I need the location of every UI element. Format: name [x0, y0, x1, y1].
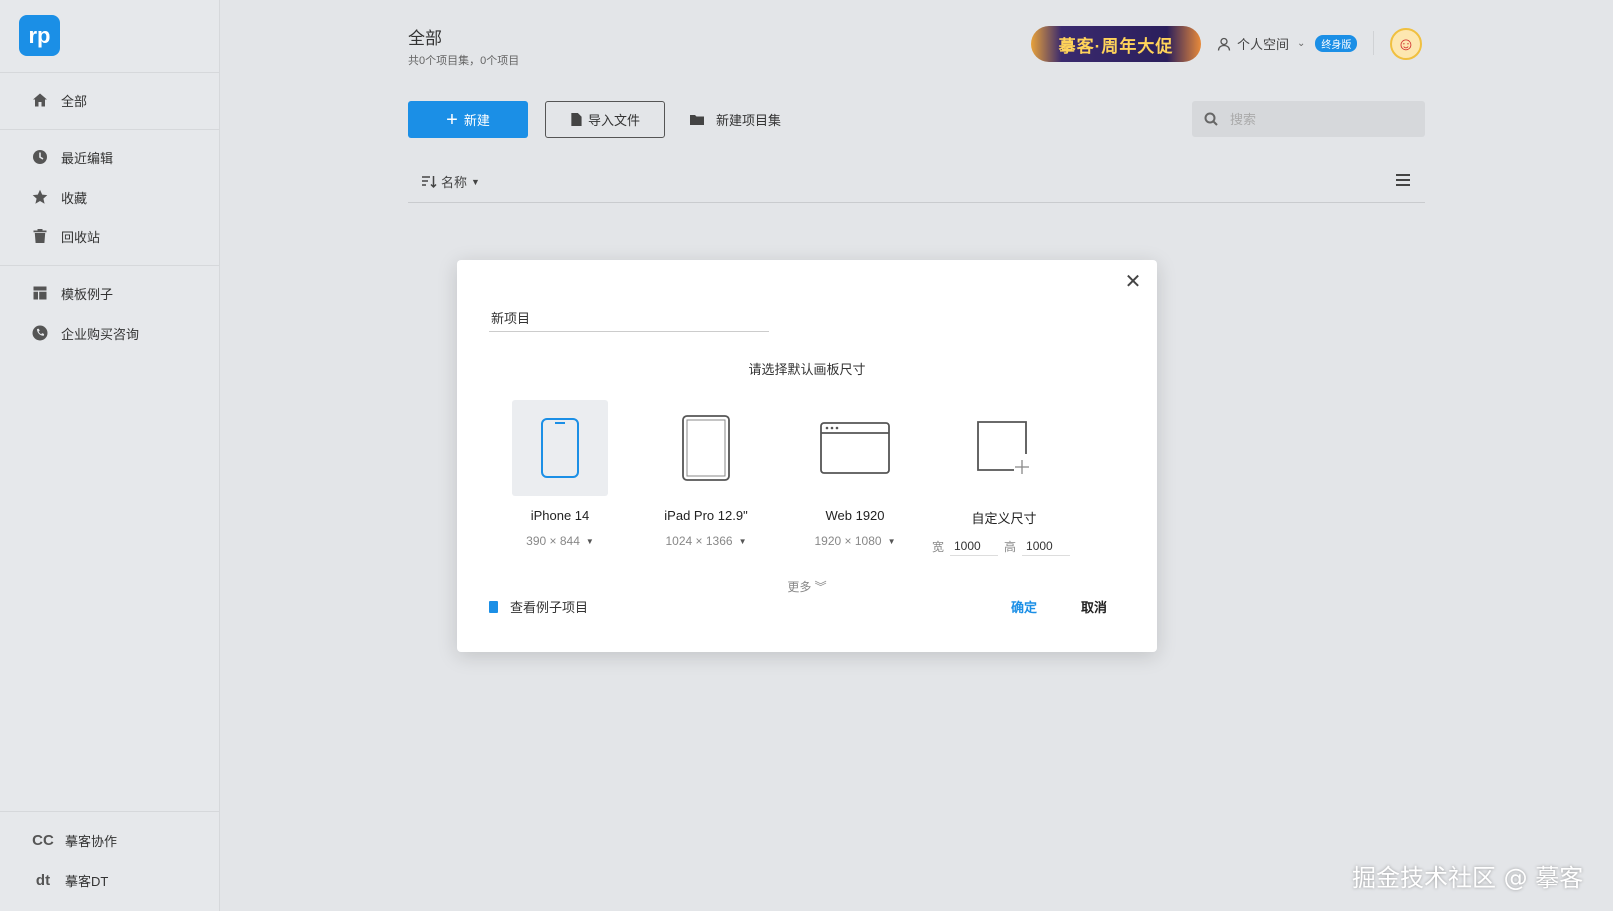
more-label: 更多 — [787, 580, 812, 594]
header-divider — [1373, 31, 1374, 55]
sidebar-divider — [0, 811, 220, 812]
double-chevron-down-icon: ︾ — [814, 580, 827, 594]
custom-size-icon[interactable] — [956, 400, 1052, 496]
new-project-dialog: ✕ 请选择默认画板尺寸 iPhone 14 390 × 844 ▼ iPad Pr… — [457, 260, 1157, 652]
home-icon — [31, 91, 49, 109]
sidebar-item-enterprise[interactable]: 企业购买咨询 — [31, 321, 139, 345]
sidebar-divider — [0, 265, 220, 266]
sidebar-item-label: 摹客协作 — [65, 833, 118, 849]
new-button[interactable]: + 新建 — [408, 101, 528, 138]
sidebar-item-label: 收藏 — [61, 190, 88, 206]
search-input[interactable] — [1230, 111, 1400, 127]
chevron-down-icon: ▼ — [738, 536, 747, 546]
phone-preset-icon[interactable] — [512, 400, 608, 496]
cancel-button[interactable]: 取消 — [1081, 597, 1107, 616]
app-logo[interactable]: rp — [19, 15, 60, 56]
sidebar-item-label: 最近编辑 — [61, 150, 114, 166]
chevron-down-icon: ▼ — [887, 536, 896, 546]
star-icon — [31, 188, 49, 206]
size-dimension-dropdown[interactable]: 1024 × 1366 ▼ — [641, 534, 771, 548]
height-label: 高 — [1004, 540, 1017, 554]
close-icon[interactable]: ✕ — [1123, 272, 1143, 292]
width-input[interactable] — [950, 537, 998, 556]
size-option-ipad[interactable]: iPad Pro 12.9" 1024 × 1366 ▼ — [641, 400, 771, 548]
plan-badge: 终身版 — [1315, 35, 1358, 52]
size-dimension-value: 1024 × 1366 — [665, 534, 733, 548]
size-option-name: iPhone 14 — [530, 508, 590, 523]
new-project-set-button[interactable]: 新建项目集 — [690, 110, 781, 129]
sidebar-item-mockplus-cc[interactable]: CC 摹客协作 — [31, 828, 117, 852]
size-option-web[interactable]: Web 1920 1920 × 1080 ▼ — [790, 400, 920, 548]
sort-dropdown[interactable]: 名称 ▼ — [421, 172, 480, 191]
sidebar-item-favorites[interactable]: 收藏 — [31, 185, 87, 209]
space-label: 个人空间 — [1237, 37, 1290, 52]
new-folder-label: 新建项目集 — [716, 113, 782, 128]
custom-size-fields: 宽 高 — [924, 537, 1084, 556]
size-option-name: Web 1920 — [825, 508, 885, 523]
confirm-button[interactable]: 确定 — [1011, 597, 1037, 616]
toolbar-divider — [408, 202, 1425, 203]
sort-label: 名称 — [441, 175, 468, 190]
sidebar-divider — [0, 72, 220, 73]
list-view-icon[interactable] — [1396, 174, 1410, 186]
sidebar-item-label: 企业购买咨询 — [61, 326, 140, 342]
clock-icon — [31, 148, 49, 166]
size-option-custom[interactable]: 自定义尺寸 宽 高 — [924, 400, 1084, 556]
sidebar-item-label: 全部 — [61, 93, 88, 109]
sidebar-item-recent[interactable]: 最近编辑 — [31, 145, 113, 169]
sidebar-item-trash[interactable]: 回收站 — [31, 224, 100, 248]
trash-icon — [31, 227, 49, 245]
size-dimension-value: 390 × 844 — [526, 534, 580, 548]
project-name-input[interactable] — [489, 304, 769, 332]
sidebar-item-all[interactable]: 全部 — [31, 88, 87, 112]
search-icon — [1204, 112, 1218, 126]
phone-icon — [31, 324, 49, 342]
sidebar-divider — [0, 129, 220, 130]
chevron-down-icon: ▼ — [585, 536, 594, 546]
sort-icon — [422, 175, 437, 188]
space-switcher[interactable]: 个人空间 ⌄ 终身版 — [1217, 34, 1358, 53]
plus-icon: + — [446, 108, 458, 131]
sidebar-item-label: 摹客DT — [65, 873, 109, 889]
sidebar: rp 全部 最近编辑 收藏 回收站 模板例子 企业购买咨询 CC 摹客协作 dt… — [0, 0, 220, 911]
page-title: 全部 — [408, 29, 442, 48]
sidebar-item-label: 模板例子 — [61, 286, 114, 302]
sidebar-item-label: 回收站 — [61, 229, 101, 245]
promo-banner[interactable]: 摹客·周年大促 — [1031, 26, 1201, 62]
size-dimension-dropdown[interactable]: 1920 × 1080 ▼ — [790, 534, 920, 548]
sidebar-item-mockplus-dt[interactable]: dt 摹客DT — [31, 868, 108, 892]
book-icon — [489, 600, 498, 613]
view-examples-link[interactable]: 查看例子项目 — [489, 597, 588, 616]
cc-logo-icon: CC — [32, 831, 54, 849]
new-button-label: 新建 — [463, 113, 490, 128]
size-option-name: iPad Pro 12.9" — [664, 508, 748, 523]
search-box[interactable] — [1192, 101, 1425, 137]
chevron-down-icon: ⌄ — [1297, 38, 1306, 49]
page-subtitle: 共0个项目集，0个项目 — [408, 55, 520, 67]
size-option-name: 自定义尺寸 — [971, 511, 1037, 526]
user-icon — [1217, 37, 1231, 51]
template-icon — [31, 284, 49, 302]
dialog-prompt: 请选择默认画板尺寸 — [748, 362, 866, 377]
tablet-preset-icon[interactable] — [658, 400, 754, 496]
folder-icon — [690, 114, 704, 125]
dt-logo-icon: dt — [35, 871, 51, 889]
watermark: 掘金技术社区 @ 摹客 — [1352, 864, 1584, 892]
import-button-label: 导入文件 — [587, 113, 640, 128]
width-label: 宽 — [931, 540, 944, 554]
more-sizes-toggle[interactable]: 更多 ︾ — [457, 578, 1157, 595]
sidebar-item-templates[interactable]: 模板例子 — [31, 281, 113, 305]
browser-preset-icon[interactable] — [807, 400, 903, 496]
chevron-down-icon: ▼ — [471, 176, 480, 187]
size-dimension-dropdown[interactable]: 390 × 844 ▼ — [495, 534, 625, 548]
size-option-iphone[interactable]: iPhone 14 390 × 844 ▼ — [495, 400, 625, 548]
example-link-label: 查看例子项目 — [510, 600, 589, 615]
height-input[interactable] — [1022, 537, 1071, 556]
file-icon — [571, 113, 582, 126]
import-file-button[interactable]: 导入文件 — [545, 101, 665, 138]
avatar[interactable]: ☺ — [1390, 28, 1422, 60]
size-dimension-value: 1920 × 1080 — [814, 534, 882, 548]
